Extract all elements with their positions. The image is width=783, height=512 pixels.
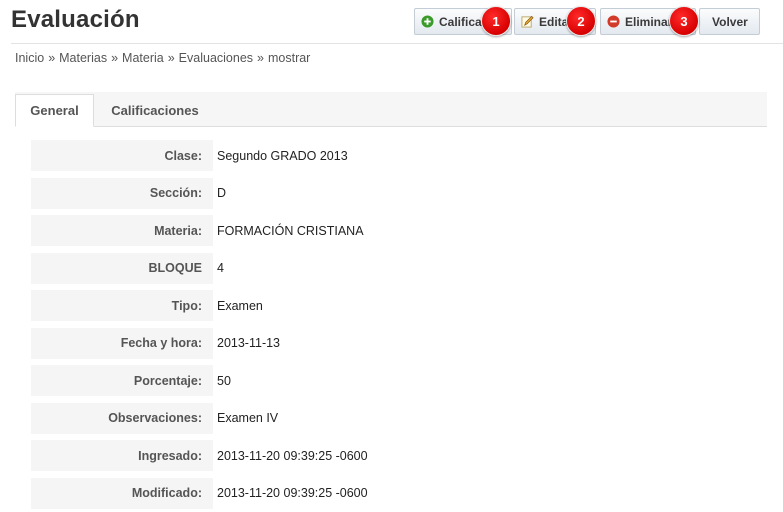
breadcrumb-item-materias[interactable]: Materias [59,51,107,65]
annotation-badge-1: 1 [481,6,511,36]
breadcrumb-separator: » [257,51,264,65]
detail-label: Modificado: [31,477,213,509]
detail-row-seccion: Sección: D [31,177,767,209]
tab-calificaciones[interactable]: Calificaciones [98,94,212,126]
detail-value: 50 [217,373,231,388]
page-header: Evaluación Calificar Editar Eliminar Vol… [0,0,783,46]
breadcrumb-item-inicio[interactable]: Inicio [15,51,44,65]
detail-row-tipo: Tipo: Examen [31,290,767,321]
delete-circle-icon [607,15,620,28]
detail-value: 2013-11-20 09:39:25 -0600 [217,448,368,463]
detail-label: Clase: [31,140,213,171]
tab-bar: General Calificaciones [15,92,767,127]
detail-value: FORMACIÓN CRISTIANA [217,223,364,238]
breadcrumb-separator: » [167,51,175,65]
detail-value: Examen IV [217,411,279,425]
detail-row-ingresado: Ingresado: 2013-11-20 09:39:25 -0600 [31,440,767,471]
detail-row-bloque: BLOQUE 4 [31,252,767,284]
detail-value: Examen [217,298,263,313]
volver-button-label: Volver [712,14,748,29]
detail-row-materia: Materia: FORMACIÓN CRISTIANA [31,215,767,246]
volver-button[interactable]: Volver [699,8,760,35]
detail-row-fecha-hora: Fecha y hora: 2013-11-13 [31,327,767,359]
breadcrumb-item-mostrar: mostrar [267,51,311,65]
header-divider [11,43,783,44]
detail-value: 4 [217,261,224,275]
detail-label: Porcentaje: [31,365,213,396]
detail-label: Sección: [31,177,213,209]
annotation-badge-3: 3 [669,6,699,36]
detail-row-porcentaje: Porcentaje: 50 [31,365,767,396]
detail-label: Ingresado: [31,440,213,471]
detail-label: Materia: [31,215,213,246]
detail-value: D [217,186,227,200]
detail-value: 2013-11-20 09:39:25 -0600 [217,486,368,500]
detail-value: Segundo GRADO 2013 [217,148,348,163]
add-circle-icon [421,15,434,28]
tab-general[interactable]: General [15,94,94,127]
calificar-button-label: Calificar [439,14,487,29]
breadcrumb-separator: » [111,51,119,65]
detail-label: Fecha y hora: [31,327,213,359]
detail-row-modificado: Modificado: 2013-11-20 09:39:25 -0600 [31,477,767,509]
detail-label: Tipo: [31,290,213,321]
detail-row-clase: Clase: Segundo GRADO 2013 [31,140,767,171]
page-title: Evaluación [11,6,140,33]
breadcrumb-item-materia[interactable]: Materia [122,51,164,65]
breadcrumb: Inicio» Materias» Materia» Evaluaciones» mos… [15,51,310,65]
breadcrumb-item-evaluaciones[interactable]: Evaluaciones [179,51,253,65]
edit-pencil-icon [521,15,534,28]
detail-row-observaciones: Observaciones: Examen IV [31,402,767,434]
detail-value: 2013-11-13 [217,336,281,350]
eliminar-button-label: Eliminar [625,14,673,29]
annotation-badge-2: 2 [566,6,596,36]
detail-label: Observaciones: [31,402,213,434]
breadcrumb-separator: » [48,51,56,65]
detail-label: BLOQUE [31,252,213,284]
